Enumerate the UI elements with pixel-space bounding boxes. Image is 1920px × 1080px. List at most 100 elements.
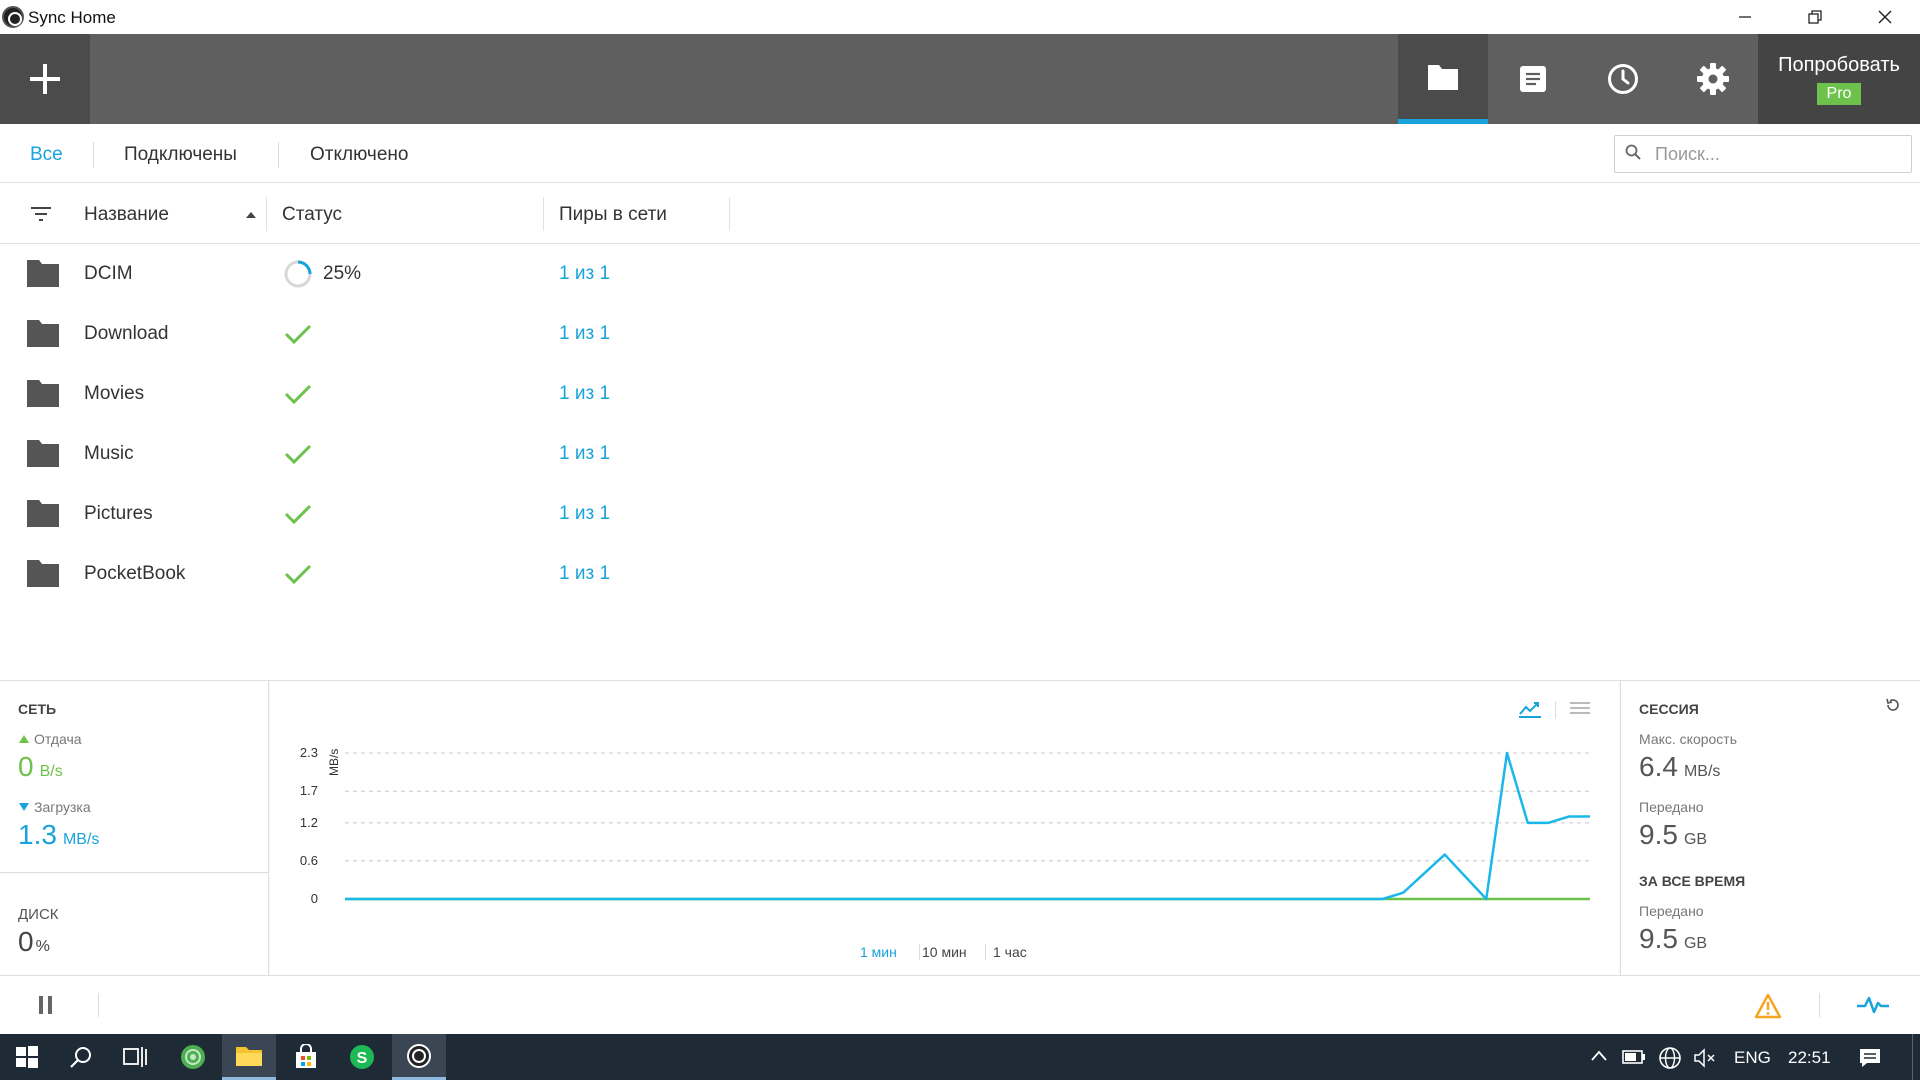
range-1-hour[interactable]: 1 час bbox=[993, 944, 1027, 960]
column-divider bbox=[729, 197, 730, 231]
settings-tab-button[interactable] bbox=[1668, 34, 1758, 124]
range-10-min[interactable]: 10 мин bbox=[922, 944, 967, 960]
sort-ascending-icon bbox=[246, 212, 256, 218]
activity-icon[interactable] bbox=[1856, 995, 1890, 1015]
filter-icon[interactable] bbox=[30, 205, 52, 223]
title-bar: Sync Home bbox=[0, 0, 1920, 34]
y-tick-label: 2.3 bbox=[300, 745, 318, 760]
toolbar: Попробовать Pro bbox=[0, 34, 1920, 124]
search-input[interactable] bbox=[1655, 142, 1895, 166]
traffic-chart-panel: 2.3 1.7 1.2 0.6 0 MB/s 1 мин 10 мин 1 час bbox=[270, 681, 1619, 976]
upload-arrow-icon bbox=[19, 735, 29, 743]
stats-panel: СЕТЬ Отдача 0 B/s Загрузка 1.3 MB/s ДИСК 0… bbox=[0, 680, 1920, 976]
peers-online-link[interactable]: 1 из 1 bbox=[559, 503, 610, 525]
alltime-transferred: 9.5 GB bbox=[1639, 923, 1707, 955]
filter-tab-disconnected[interactable]: Отключено bbox=[310, 144, 408, 166]
taskbar-app-store[interactable] bbox=[279, 1034, 333, 1080]
column-header-peers[interactable]: Пиры в сети bbox=[559, 204, 667, 226]
table-row[interactable]: Pictures 1 из 1 bbox=[0, 484, 1920, 544]
minimize-button[interactable] bbox=[1710, 0, 1780, 34]
search-box[interactable] bbox=[1614, 135, 1912, 173]
taskbar-app-browser[interactable] bbox=[166, 1034, 220, 1080]
start-button[interactable] bbox=[0, 1034, 54, 1080]
sync-app-icon bbox=[407, 1043, 431, 1068]
windows-logo-icon bbox=[16, 1046, 38, 1068]
pause-icon[interactable] bbox=[38, 995, 54, 1015]
folder-icon bbox=[27, 260, 59, 287]
taskbar-search-button[interactable] bbox=[54, 1034, 108, 1080]
volume-muted-icon[interactable] bbox=[1693, 1047, 1719, 1069]
peers-online-link[interactable]: 1 из 1 bbox=[559, 263, 610, 285]
syncing-progress-icon bbox=[284, 260, 312, 288]
search-icon bbox=[70, 1047, 91, 1068]
windows-taskbar: S ENG 22:51 bbox=[0, 1034, 1920, 1080]
transfers-tab-button[interactable] bbox=[1488, 34, 1578, 124]
status-bar bbox=[0, 975, 1920, 1034]
close-icon bbox=[1878, 10, 1892, 24]
pro-badge: Pro bbox=[1816, 82, 1862, 105]
column-header-name[interactable]: Название bbox=[84, 204, 169, 226]
peers-online-link[interactable]: 1 из 1 bbox=[559, 323, 610, 345]
checkmark-icon bbox=[284, 504, 312, 525]
gear-icon bbox=[1697, 63, 1729, 95]
chevron-up-icon[interactable] bbox=[1589, 1048, 1609, 1064]
taskbar-app-s[interactable]: S bbox=[335, 1034, 389, 1080]
clock[interactable]: 22:51 bbox=[1788, 1048, 1831, 1068]
folder-name: Download bbox=[84, 323, 169, 344]
folder-icon bbox=[27, 560, 59, 587]
alltime-transferred-label: Передано bbox=[1639, 903, 1704, 919]
checkmark-icon bbox=[284, 444, 312, 465]
peers-online-link[interactable]: 1 из 1 bbox=[559, 443, 610, 465]
chart-view-icon[interactable] bbox=[1518, 699, 1542, 719]
table-row[interactable]: PocketBook 1 из 1 bbox=[0, 544, 1920, 604]
app-s-icon: S bbox=[350, 1045, 374, 1069]
status-divider bbox=[98, 993, 99, 1017]
show-desktop-button[interactable] bbox=[1912, 1034, 1920, 1080]
sync-progress-text: 25% bbox=[323, 263, 362, 284]
column-header-status[interactable]: Статус bbox=[282, 204, 342, 226]
task-view-button[interactable] bbox=[108, 1034, 162, 1080]
action-center-icon[interactable] bbox=[1858, 1046, 1882, 1070]
y-axis-label: MB/s bbox=[327, 749, 341, 776]
taskbar-app-explorer[interactable] bbox=[222, 1034, 276, 1080]
filter-bar: Все Подключены Отключено bbox=[0, 124, 1920, 183]
peers-online-link[interactable]: 1 из 1 bbox=[559, 563, 610, 585]
network-panel: СЕТЬ Отдача 0 B/s Загрузка 1.3 MB/s bbox=[0, 681, 269, 873]
table-row[interactable]: Download 1 из 1 bbox=[0, 304, 1920, 364]
folder-icon bbox=[27, 320, 59, 347]
warning-icon[interactable] bbox=[1754, 993, 1782, 1019]
app-logo-icon bbox=[2, 6, 24, 28]
add-folder-button[interactable] bbox=[0, 34, 90, 124]
try-pro-button[interactable]: Попробовать Pro bbox=[1758, 34, 1920, 124]
file-explorer-icon bbox=[236, 1046, 262, 1066]
filter-tab-connected[interactable]: Подключены bbox=[124, 144, 237, 166]
table-row[interactable]: Music 1 из 1 bbox=[0, 424, 1920, 484]
network-globe-icon[interactable] bbox=[1658, 1046, 1682, 1070]
filter-divider bbox=[278, 142, 279, 168]
table-row[interactable]: DCIM 25% 1 из 1 bbox=[0, 244, 1920, 304]
battery-icon[interactable] bbox=[1622, 1049, 1646, 1065]
filter-tab-all[interactable]: Все bbox=[30, 144, 63, 166]
column-divider bbox=[266, 197, 267, 231]
close-button[interactable] bbox=[1850, 0, 1920, 34]
window-title: Sync Home bbox=[28, 8, 116, 27]
input-language[interactable]: ENG bbox=[1734, 1048, 1771, 1068]
network-title: СЕТЬ bbox=[18, 701, 57, 717]
list-view-icon[interactable] bbox=[1570, 701, 1590, 717]
table-row[interactable]: Movies 1 из 1 bbox=[0, 364, 1920, 424]
history-tab-button[interactable] bbox=[1578, 34, 1668, 124]
peers-online-link[interactable]: 1 из 1 bbox=[559, 383, 610, 405]
folders-tab-button[interactable] bbox=[1398, 34, 1488, 124]
taskbar-app-sync[interactable] bbox=[392, 1034, 446, 1080]
alltime-title: ЗА ВСЕ ВРЕМЯ bbox=[1639, 873, 1746, 889]
upload-unit: B/s bbox=[39, 763, 63, 780]
range-1-min[interactable]: 1 мин bbox=[860, 944, 897, 960]
restore-button[interactable] bbox=[1780, 0, 1850, 34]
reset-icon[interactable] bbox=[1885, 697, 1901, 713]
disk-unit: % bbox=[35, 938, 50, 955]
disk-panel: ДИСК 0% bbox=[0, 874, 269, 976]
series-line bbox=[345, 751, 1590, 901]
y-tick-label: 1.7 bbox=[300, 783, 318, 798]
folder-icon bbox=[27, 500, 59, 527]
download-arrow-icon bbox=[19, 803, 29, 811]
